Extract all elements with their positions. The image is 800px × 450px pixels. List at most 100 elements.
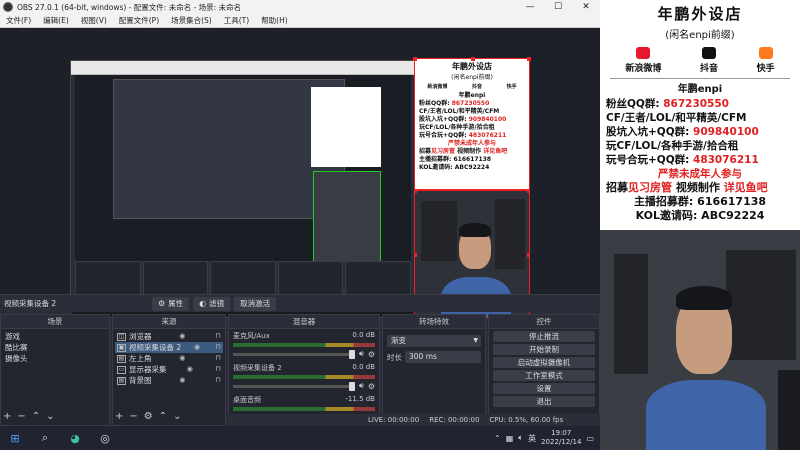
- input-language[interactable]: 英: [528, 433, 536, 444]
- lock-icon[interactable]: ⊓: [213, 331, 223, 342]
- douyin-badge: 抖音: [700, 47, 718, 74]
- volume-slider[interactable]: [233, 381, 355, 391]
- transitions-title: 转场特效: [383, 315, 485, 329]
- scene-item[interactable]: 酷比赛: [3, 342, 107, 353]
- weibo-badge: 新浪微博: [625, 47, 661, 74]
- move-down-icon[interactable]: ⌄: [46, 411, 54, 422]
- eye-icon[interactable]: ◉: [185, 364, 195, 375]
- close-button[interactable]: ✕: [572, 0, 600, 14]
- stop-streaming-button[interactable]: 停止推流: [493, 331, 595, 342]
- gear-icon: ⚙: [158, 299, 166, 308]
- menu-tools[interactable]: 工具(T): [218, 15, 255, 26]
- windows-taskbar: ⊞ ⌕ ◕ ◎ ⌃ ▦ 🔈︎ 英 19:07 2022/12/14 ▭: [0, 426, 600, 450]
- mini-line-2: CF/王者/LOL/和平精英/CFM: [419, 108, 500, 115]
- move-down-icon[interactable]: ⌄: [173, 411, 181, 422]
- filters-button[interactable]: ◐ 滤镜: [193, 296, 231, 311]
- exit-button[interactable]: 退出: [493, 396, 595, 407]
- remove-scene-button[interactable]: −: [17, 411, 25, 422]
- anchor-recruit-line: 主播招募群: 616617138: [633, 195, 767, 208]
- chevron-up-icon[interactable]: ⌃: [494, 434, 501, 443]
- rec-status: REC: 00:00:00: [429, 416, 480, 424]
- properties-button[interactable]: ⚙ 属性: [152, 296, 190, 311]
- gear-icon[interactable]: ⚙: [368, 382, 375, 391]
- menu-help[interactable]: 帮助(H): [255, 15, 294, 26]
- fan-qq-line: 粉丝QQ群: 867230550: [606, 98, 729, 110]
- menu-file[interactable]: 文件(F): [0, 15, 37, 26]
- remove-source-button[interactable]: −: [129, 411, 137, 422]
- gear-icon[interactable]: ⚙: [144, 411, 153, 422]
- minor-warning: 严禁未成年人参与: [658, 168, 742, 180]
- scenes-title: 场景: [1, 315, 109, 329]
- gear-icon[interactable]: ⚙: [368, 350, 375, 359]
- recruit-line: 招募见习房管 视频制作 详见鱼吧: [606, 181, 768, 194]
- transitions-dock: 转场特效 渐变 ▼ 时长 300 ms: [382, 314, 486, 426]
- source-item-video-capture[interactable]: ▣ 视频采集设备 2 ◉ ⊓: [115, 342, 223, 353]
- network-icon[interactable]: ▦: [506, 434, 514, 443]
- menu-view[interactable]: 视图(V): [75, 15, 113, 26]
- transition-select[interactable]: 渐变 ▼: [387, 335, 481, 347]
- speaker-icon[interactable]: 🔊︎: [359, 349, 364, 359]
- obs-window: OBS 27.0.1 (64-bit, windows) - 配置文件: 未命名…: [0, 0, 600, 426]
- speaker-icon[interactable]: 🔈︎: [518, 433, 523, 443]
- eye-icon[interactable]: ◉: [177, 353, 187, 364]
- games2-line: 玩CF/LOL/各种手游/拾合租: [606, 140, 739, 152]
- add-scene-button[interactable]: +: [3, 411, 11, 422]
- mini-line-3: 股坑入坑+QQ群: 909840100: [419, 116, 507, 123]
- kol-code-line: KOL邀请码: ABC92224: [635, 209, 765, 222]
- move-up-icon[interactable]: ⌃: [159, 411, 167, 422]
- kuaishou-icon: [758, 47, 773, 59]
- edge-browser-icon[interactable]: ◕: [60, 426, 90, 450]
- menu-scene-collection[interactable]: 场景集合(S): [165, 15, 218, 26]
- obs-taskbar-icon[interactable]: ◎: [90, 426, 120, 450]
- sources-dock: 来源 ◫ 浏览器 ◉ ⊓ ▣ 视频采集设备 2 ◉ ⊓ ▤ 左上角 ◉ ⊓ ▭ 显示器…: [112, 314, 226, 426]
- source-item-browser[interactable]: ◫ 浏览器 ◉ ⊓: [115, 331, 223, 342]
- notification-icon[interactable]: ▭: [586, 434, 594, 443]
- volume-meter: [233, 375, 375, 379]
- mixer-title: 混音器: [229, 315, 379, 329]
- speaker-icon[interactable]: 🔊︎: [359, 381, 364, 391]
- settings-button[interactable]: 设置: [493, 383, 595, 394]
- weibo-icon: [636, 47, 651, 59]
- source-item-background[interactable]: ▤ 背景图 ◉ ⊓: [115, 375, 223, 386]
- chevron-down-icon: ▼: [473, 337, 478, 344]
- menu-profile[interactable]: 配置文件(P): [113, 15, 165, 26]
- lock-icon[interactable]: ⊓: [213, 353, 223, 364]
- duration-input[interactable]: 300 ms: [405, 351, 481, 363]
- eye-icon[interactable]: ◉: [177, 331, 187, 342]
- shop-title: 年鹏外设店: [657, 5, 743, 23]
- deactivate-button[interactable]: 取消激活: [234, 296, 277, 311]
- mini-recruit: 招募见习房管 视频制作 详见鱼吧: [419, 148, 508, 155]
- preview-canvas[interactable]: 年鹏外设店 (闲名enpi前缀) 新浪微博 抖音 快手 年鹏enpi 粉丝QQ群…: [0, 28, 600, 318]
- image-icon: ▤: [117, 376, 126, 385]
- scene-item[interactable]: 游戏: [3, 331, 107, 342]
- source-item-display-capture[interactable]: ▭ 显示器采集 ◉ ⊓: [115, 364, 223, 375]
- source-toolbar: 视频采集设备 2 ⚙ 属性 ◐ 滤镜 取消激活: [0, 294, 600, 312]
- windows-start-icon[interactable]: ⊞: [0, 426, 30, 450]
- eye-icon[interactable]: ◉: [177, 375, 187, 386]
- lock-icon[interactable]: ⊓: [213, 375, 223, 386]
- maximize-button[interactable]: ☐: [544, 0, 572, 14]
- volume-slider[interactable]: [233, 349, 355, 359]
- lock-icon[interactable]: ⊓: [213, 342, 223, 353]
- virtual-camera-button[interactable]: 启动虚拟摄像机: [493, 357, 595, 368]
- source-item-top-left[interactable]: ▤ 左上角 ◉ ⊓: [115, 353, 223, 364]
- mini-owner: 年鹏enpi: [458, 92, 486, 99]
- search-icon[interactable]: ⌕: [30, 426, 60, 450]
- shop-info-panel: 年鹏外设店 (闲名enpi前缀) 新浪微博 抖音 快手 年鹏enpi 粉丝QQ群…: [600, 0, 800, 230]
- studio-mode-button[interactable]: 工作室模式: [493, 370, 595, 381]
- mini-weibo-label: 新浪微博: [427, 84, 448, 90]
- move-up-icon[interactable]: ⌃: [32, 411, 40, 422]
- menu-edit[interactable]: 编辑(E): [37, 15, 75, 26]
- mini-kol: KOL邀请码: ABC92224: [419, 164, 490, 171]
- minimize-button[interactable]: —: [516, 0, 544, 14]
- system-clock[interactable]: 19:07 2022/12/14: [541, 429, 581, 447]
- add-source-button[interactable]: +: [115, 411, 123, 422]
- eye-icon[interactable]: ◉: [192, 342, 202, 353]
- lock-icon[interactable]: ⊓: [213, 364, 223, 375]
- menu-bar: 文件(F) 编辑(E) 视图(V) 配置文件(P) 场景集合(S) 工具(T) …: [0, 14, 600, 28]
- browser-source-overlay[interactable]: 年鹏外设店 (闲名enpi前缀) 新浪微博 抖音 快手 年鹏enpi 粉丝QQ群…: [413, 57, 531, 190]
- mixer-channel-video: 视频采集设备 2 0.0 dB 🔊︎ ⚙: [233, 363, 375, 391]
- scene-item[interactable]: 摄像头: [3, 353, 107, 364]
- start-recording-button[interactable]: 开始录制: [493, 344, 595, 355]
- obs-logo-icon: [3, 2, 13, 12]
